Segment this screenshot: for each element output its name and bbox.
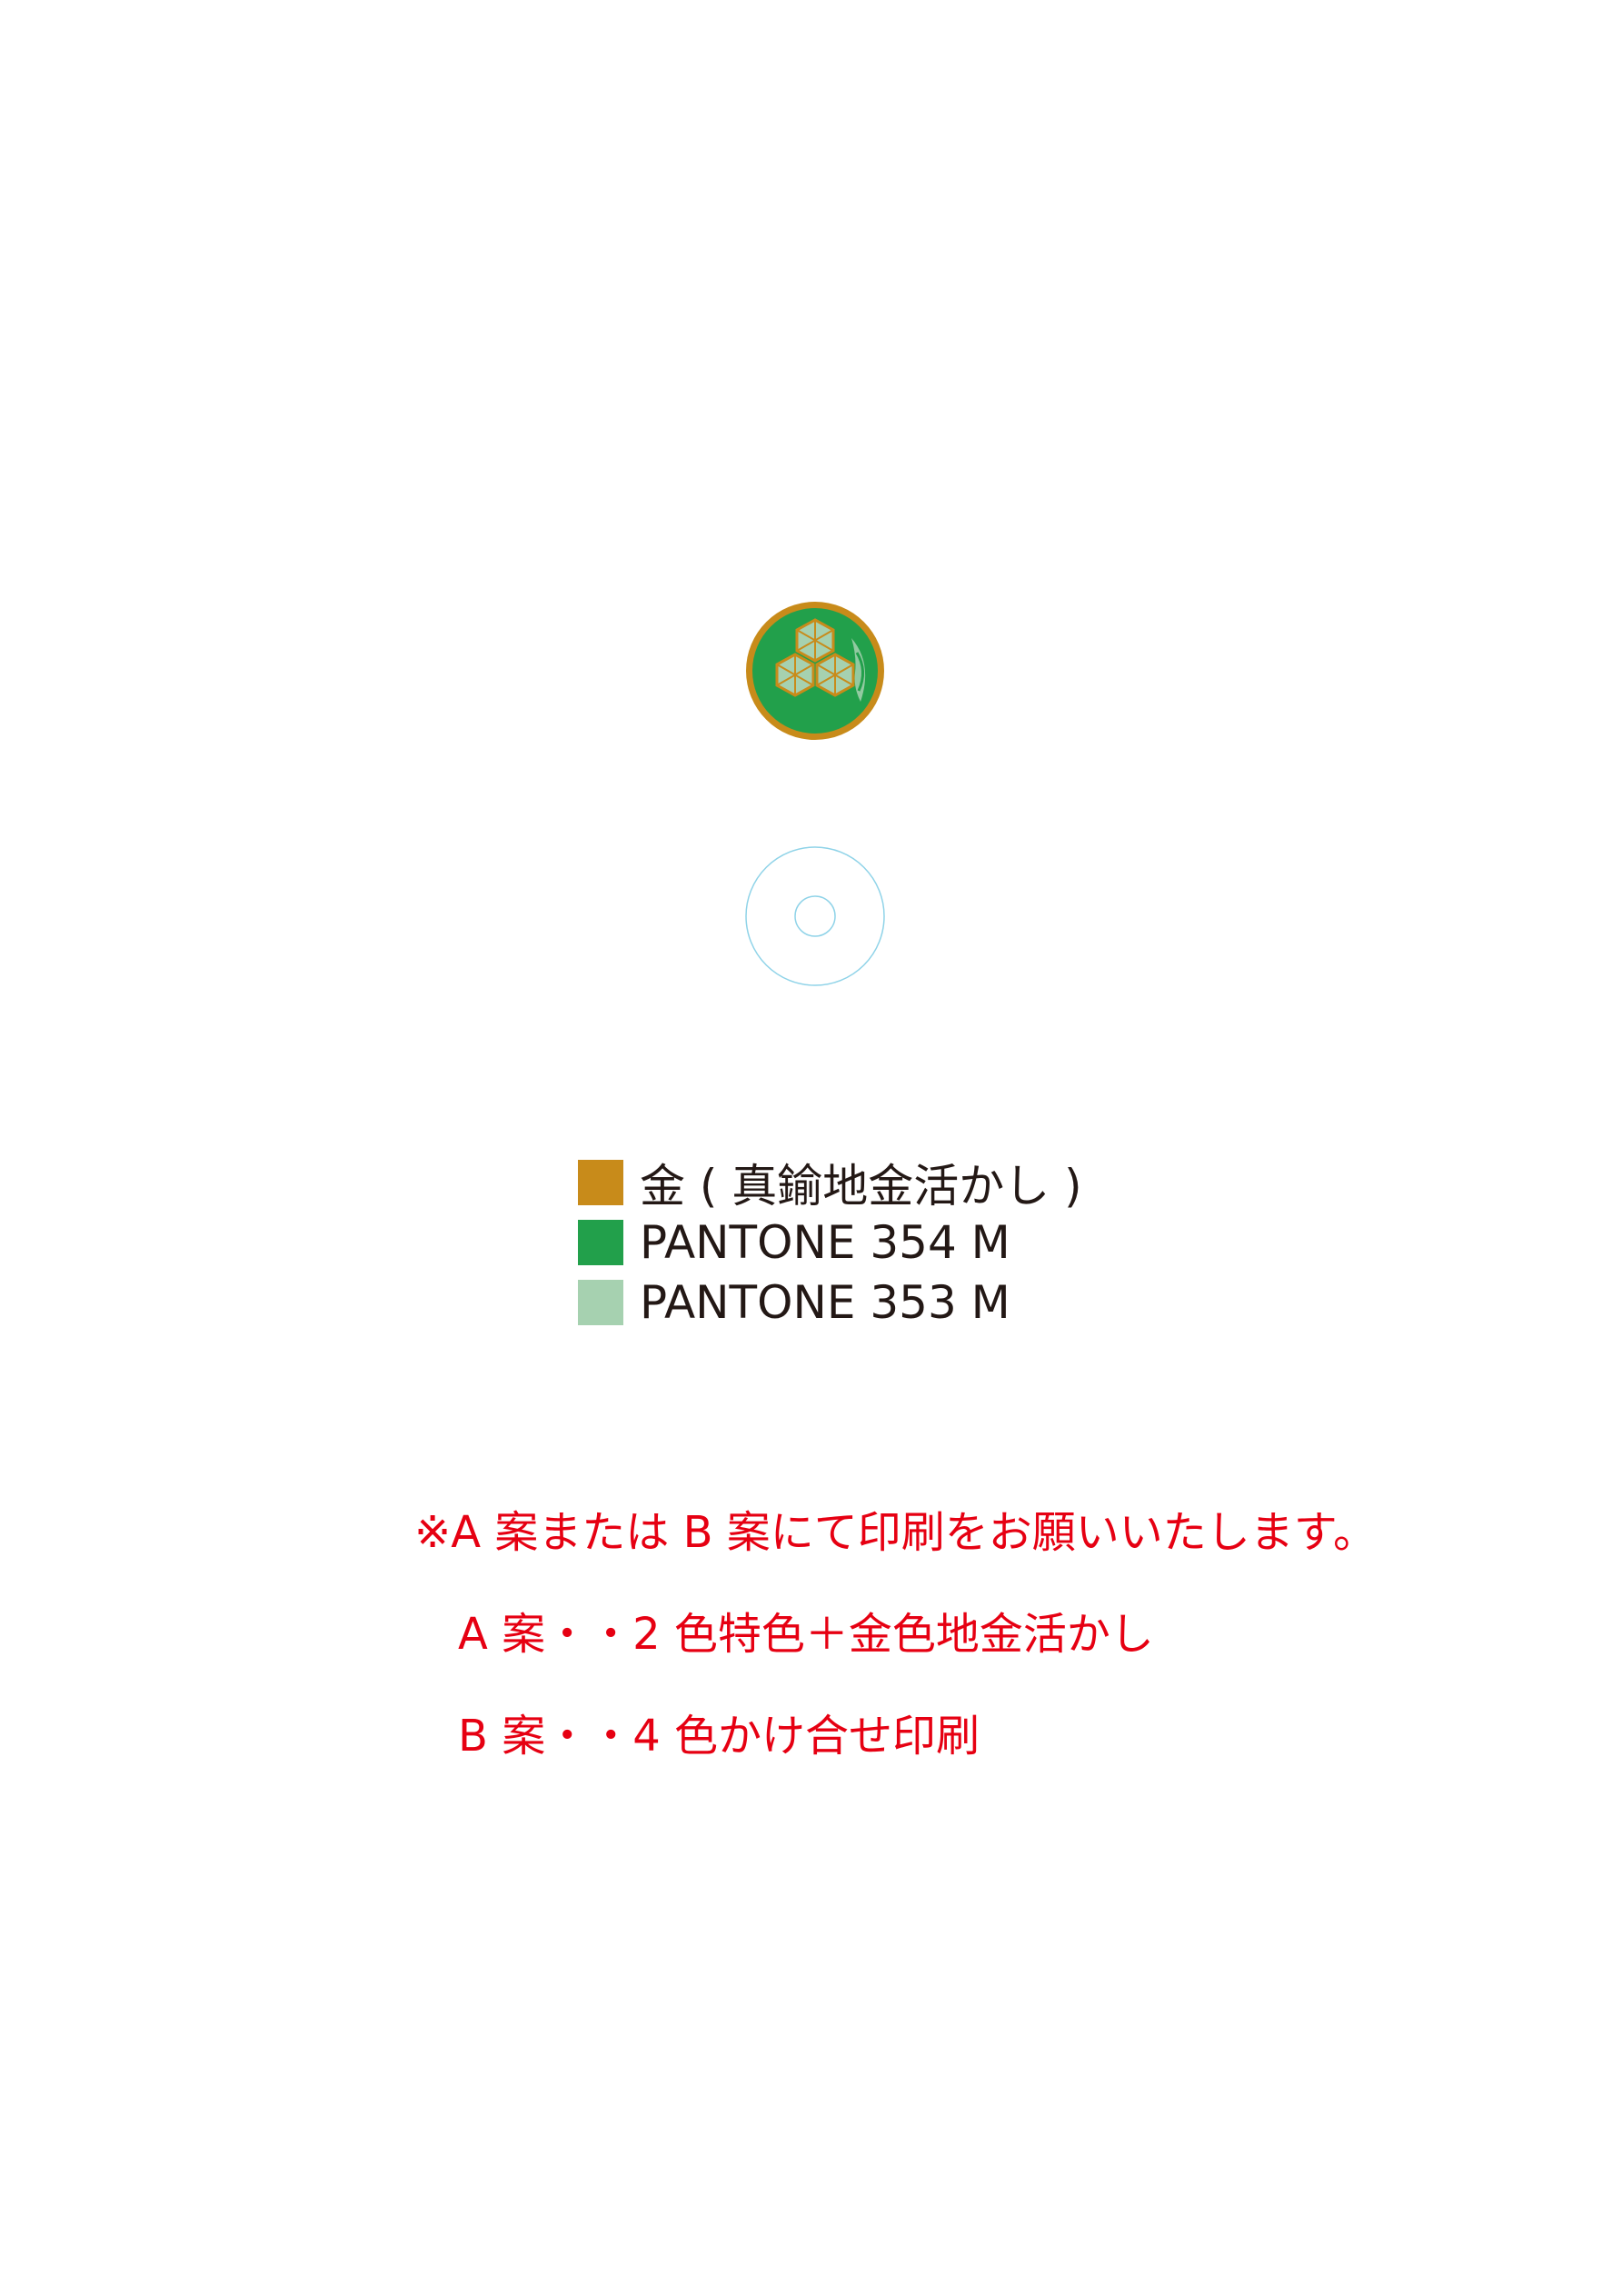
legend-item-pantone-353: PANTONE 353 M: [578, 1273, 1082, 1333]
note-line-main: ※A 案または B 案にて印刷をお願いいたします。: [414, 1507, 1377, 1558]
legend-label: 金 ( 真鍮地金活かし ): [640, 1160, 1082, 1213]
printing-notes: ※A 案または B 案にて印刷をお願いいたします。 A 案・・2 色特色＋金色地…: [414, 1504, 1377, 1810]
legend-item-pantone-354: PANTONE 354 M: [578, 1213, 1082, 1273]
note-line-plan-b: B 案・・4 色かけ合せ印刷: [458, 1711, 980, 1762]
disc-guide-outline-icon: [744, 845, 886, 987]
hexagon-family-crest-icon: [744, 600, 886, 742]
gold-swatch: [578, 1160, 623, 1205]
green-swatch: [578, 1220, 623, 1265]
legend-label: PANTONE 354 M: [640, 1216, 1010, 1269]
legend-label: PANTONE 353 M: [640, 1276, 1010, 1329]
light-green-swatch: [578, 1280, 623, 1325]
legend-item-gold: 金 ( 真鍮地金活かし ): [578, 1153, 1082, 1213]
note-line-plan-a: A 案・・2 色特色＋金色地金活かし: [458, 1609, 1154, 1660]
color-legend: 金 ( 真鍮地金活かし ) PANTONE 354 M PANTONE 353 …: [578, 1153, 1082, 1333]
